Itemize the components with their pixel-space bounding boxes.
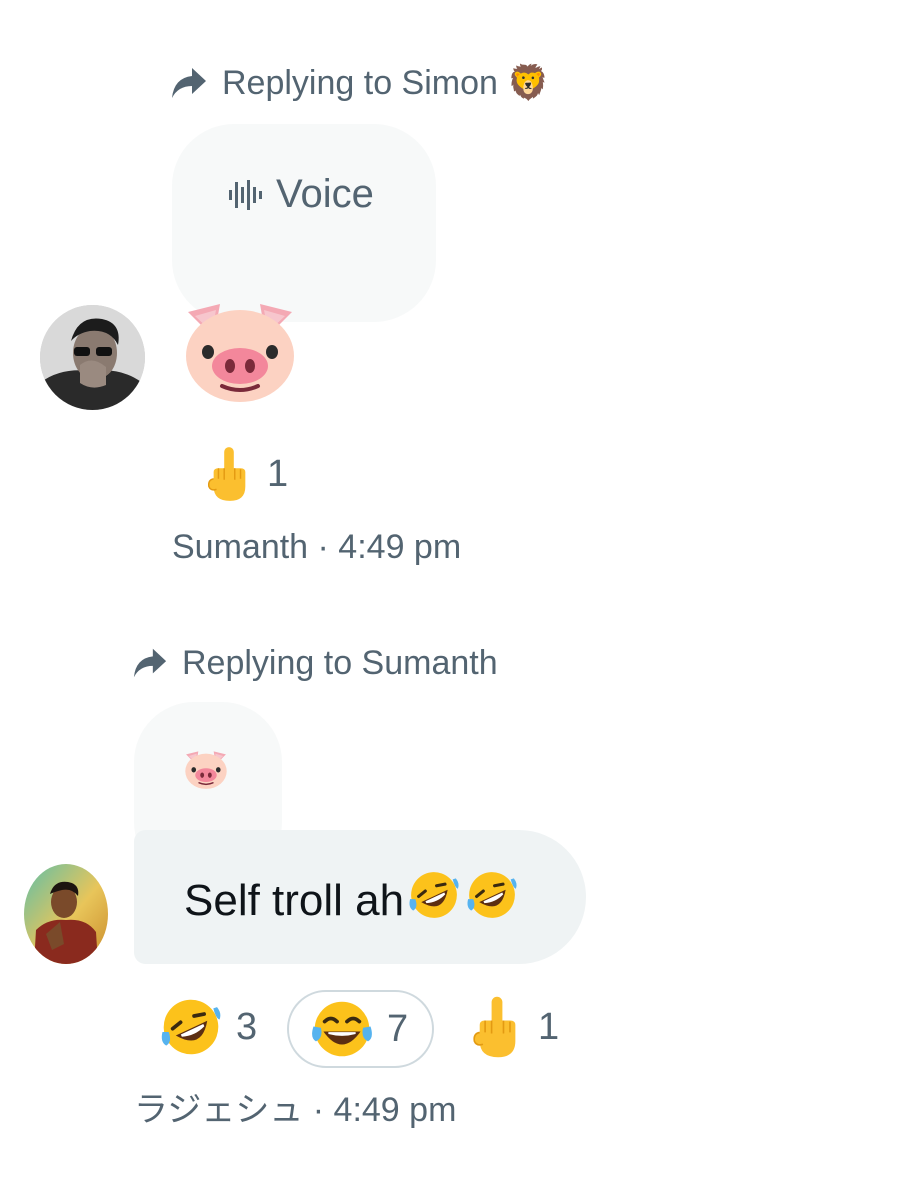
voice-preview: Voice	[228, 172, 374, 217]
voice-label: Voice	[276, 172, 374, 216]
avatar-sumanth-image	[40, 305, 145, 410]
pig-face-emoji	[182, 746, 230, 792]
rofl-emoji-icon	[160, 996, 222, 1058]
middle-finger-emoji-icon	[205, 444, 253, 504]
message-meta: ラジェシュ · 4:49 pm	[134, 1091, 457, 1129]
reaction-count: 7	[387, 1007, 409, 1050]
reply-header: Replying to Simon 🦁	[170, 66, 550, 100]
voice-waveform-icon	[229, 179, 262, 210]
rofl-emoji	[408, 869, 460, 921]
avatar[interactable]	[40, 305, 145, 410]
rofl-emoji	[466, 869, 518, 921]
reaction-rofl[interactable]: 3	[160, 996, 257, 1058]
reaction-middle-finger[interactable]: 1	[205, 444, 288, 504]
reaction-count: 1	[267, 452, 289, 495]
replying-to-label: Replying to Sumanth	[182, 644, 498, 682]
middle-finger-emoji-icon	[470, 994, 524, 1060]
avatar[interactable]	[24, 864, 108, 964]
message-text-body: Self troll ah	[184, 875, 405, 925]
reaction-joy-selected[interactable]: 7	[287, 990, 435, 1068]
pig-face-emoji	[176, 290, 304, 410]
reply-header: Replying to Sumanth	[132, 646, 498, 680]
message-meta: Sumanth · 4:49 pm	[172, 528, 462, 566]
reaction-count: 1	[538, 1005, 560, 1048]
message-bubble[interactable]: Self troll ah	[134, 830, 586, 964]
joy-emoji-icon	[311, 998, 373, 1060]
avatar-rajesh-image	[24, 864, 108, 964]
replying-to-label: Replying to Simon 🦁	[222, 64, 550, 102]
reply-arrow-icon	[132, 646, 168, 680]
reaction-count: 3	[236, 1005, 258, 1048]
reaction-middle-finger[interactable]: 1	[470, 994, 559, 1060]
reply-arrow-icon	[170, 66, 208, 100]
message-text: Self troll ah	[184, 869, 518, 926]
